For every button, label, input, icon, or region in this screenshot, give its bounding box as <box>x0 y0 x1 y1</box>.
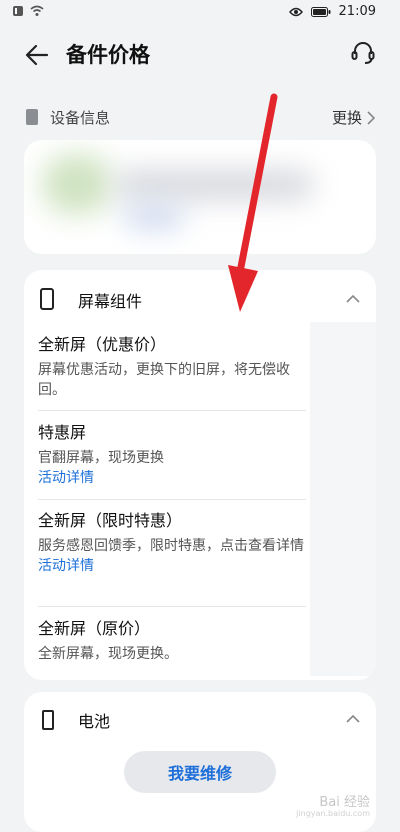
eye-icon <box>288 7 303 16</box>
watermark-url: jingyan.baidu.com <box>296 809 370 818</box>
battery-title: 电池 <box>78 712 111 731</box>
battery-status-icon <box>310 6 331 17</box>
device-info-label: 设备信息 <box>50 109 111 127</box>
blurred-device-image <box>42 154 112 214</box>
part-option-desc: 屏幕优惠活动，更换下的旧屏，将无偿收回。 <box>38 362 290 398</box>
part-option-desc: 官翻屏幕，现场更换 <box>38 450 164 466</box>
header: 备件价格 <box>0 26 400 84</box>
customer-service-button[interactable] <box>348 38 378 68</box>
chevron-right-icon <box>367 110 376 125</box>
status-icons-left <box>12 5 44 17</box>
device-info-row: 设备信息 更换 <box>24 106 376 130</box>
device-info-icon <box>26 109 38 125</box>
price-column <box>310 322 376 676</box>
part-option-desc: 服务感恩回馈季，限时特惠，点击查看详情 <box>38 538 304 554</box>
screen-parts-header[interactable]: 屏幕组件 <box>24 270 376 328</box>
activity-details-link[interactable]: 活动详情 <box>38 468 306 488</box>
battery-icon <box>42 710 54 730</box>
part-option-new-screen-discount[interactable]: 全新屏（优惠价） 屏幕优惠活动，更换下的旧屏，将无偿收回。 <box>38 334 306 400</box>
device-card[interactable] <box>24 140 376 254</box>
part-option-new-screen-original[interactable]: 全新屏（原价） 全新屏幕，现场更换。 <box>38 618 306 664</box>
status-bar: 21:09 <box>0 0 400 26</box>
screen-parts-card: 屏幕组件 全新屏（优惠价） 屏幕优惠活动，更换下的旧屏，将无偿收回。 特惠屏 官… <box>24 270 376 680</box>
part-option-special-screen[interactable]: 特惠屏 官翻屏幕，现场更换 活动详情 <box>38 422 306 488</box>
part-option-title: 全新屏（优惠价） <box>38 335 167 354</box>
part-option-title: 全新屏（原价） <box>38 619 151 638</box>
back-arrow-icon <box>25 44 49 66</box>
part-option-title: 特惠屏 <box>38 423 87 442</box>
part-option-title: 全新屏（限时特惠） <box>38 511 183 530</box>
page-title: 备件价格 <box>66 43 150 67</box>
part-option-new-screen-limited[interactable]: 全新屏（限时特惠） 服务感恩回馈季，限时特惠，点击查看详情 活动详情 <box>38 510 306 576</box>
divider <box>38 410 306 411</box>
chevron-up-icon[interactable] <box>344 710 362 728</box>
divider <box>38 606 306 607</box>
screen-parts-title: 屏幕组件 <box>78 292 143 311</box>
blurred-device-text <box>114 170 314 200</box>
blurred-device-subtext <box>124 206 184 228</box>
activity-details-link[interactable]: 活动详情 <box>38 556 306 576</box>
status-icons-right: 21:09 <box>288 4 376 19</box>
notification-icon <box>13 6 23 16</box>
part-option-desc: 全新屏幕，现场更换。 <box>38 646 178 662</box>
status-time: 21:09 <box>338 4 376 19</box>
wifi-icon <box>30 5 44 16</box>
chevron-up-icon[interactable] <box>344 290 362 308</box>
divider <box>38 499 306 500</box>
request-repair-button[interactable]: 我要维修 <box>124 751 276 793</box>
change-device-link[interactable]: 更换 <box>332 107 376 128</box>
back-button[interactable] <box>22 40 52 70</box>
watermark: Bai 经验 <box>319 795 370 810</box>
change-device-label: 更换 <box>331 109 362 127</box>
phone-screen-icon <box>40 288 54 310</box>
headset-icon <box>351 42 375 64</box>
